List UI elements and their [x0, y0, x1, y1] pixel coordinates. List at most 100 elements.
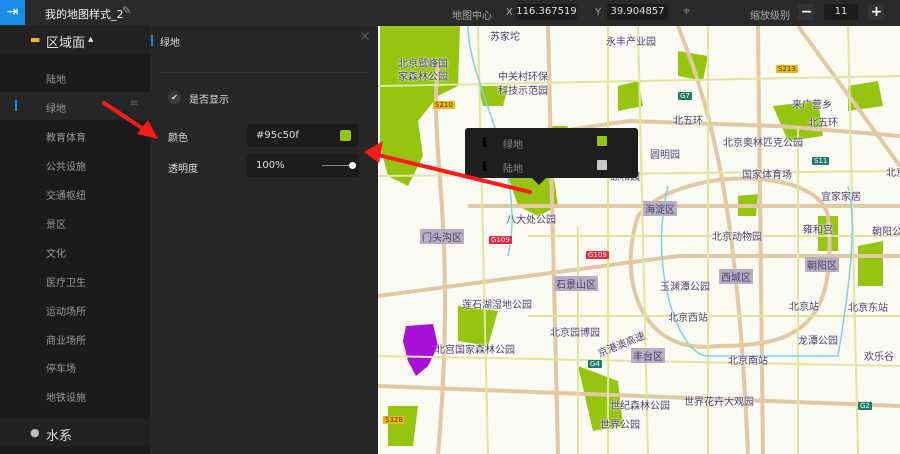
sidebar-item-medical[interactable]: 医疗卫生: [0, 266, 150, 294]
item-label: 交通枢纽: [46, 191, 86, 202]
top-bar: ⇥ 我的地图样式_2 ✎ 地图中心 X 116.367519 Y 39.9048…: [0, 0, 900, 26]
item-label: 停车场: [46, 364, 76, 375]
close-icon[interactable]: ✕: [359, 29, 371, 45]
exit-button[interactable]: ⇥: [0, 0, 25, 25]
tooltip-label: 绿地: [503, 140, 523, 151]
road-shield: S11: [812, 157, 830, 165]
color-input[interactable]: #95c50f: [247, 124, 359, 147]
map-label: 世界花卉大观园: [684, 397, 754, 408]
sidebar-item-transport[interactable]: 交通枢纽: [0, 179, 150, 207]
section-area[interactable]: ▬ 区域面 ▲: [0, 26, 150, 54]
pencil-icon[interactable]: ✎: [122, 4, 131, 17]
map-label: 北宫国家森林公园: [435, 345, 515, 356]
map-label: 北京动物园: [712, 232, 762, 243]
road-shield: G7: [678, 92, 692, 100]
road-shield: G4: [588, 360, 602, 368]
road-shield: S213: [776, 65, 798, 73]
district-label: 门头沟区: [420, 229, 464, 244]
map-label: 北京: [886, 168, 900, 179]
map-label: 世纪森林公园: [610, 401, 670, 412]
map-label: 科技示范园: [498, 86, 548, 97]
item-label: 地铁设施: [46, 393, 86, 404]
map-label: 永丰产业园: [606, 37, 656, 48]
map-label: 宜家家居: [821, 192, 861, 203]
item-label: 医疗卫生: [46, 278, 86, 289]
section-water[interactable]: ● 水系: [0, 419, 150, 447]
tooltip-item-land[interactable]: 陆地: [465, 154, 638, 178]
tooltip-item-green[interactable]: 绿地: [465, 130, 638, 154]
item-label: 商业场所: [46, 336, 86, 347]
item-label: 文化: [46, 249, 66, 260]
sidebar-item-sports[interactable]: 运动场所: [0, 295, 150, 323]
x-input[interactable]: 116.367519: [516, 4, 577, 20]
zoom-label: 缩放级别: [750, 11, 790, 22]
map-center-label: 地图中心: [452, 11, 492, 22]
sidebar-item-parking[interactable]: 停车场: [0, 352, 150, 380]
color-label: 颜色: [168, 133, 188, 144]
map-label: 国家体育场: [742, 170, 792, 181]
color-swatch[interactable]: [340, 130, 351, 141]
opacity-value: 100%: [256, 160, 285, 171]
map-label: 龙潭公园: [798, 336, 838, 347]
tooltip-marker: [483, 137, 486, 147]
exit-icon: ⇥: [6, 4, 19, 20]
sidebar-item-culture[interactable]: 文化: [0, 237, 150, 265]
map-label: 北京园博园: [550, 328, 600, 339]
opacity-field[interactable]: 100%: [247, 154, 359, 177]
sidebar-item-land[interactable]: 陆地: [0, 63, 150, 91]
sidebar-item-public[interactable]: 公共设施: [0, 150, 150, 178]
panel-title: 绿地: [151, 34, 180, 49]
water-drop-icon: ●: [30, 426, 40, 439]
map-label: 欢乐谷: [864, 352, 894, 363]
visible-checkbox[interactable]: ✔: [168, 91, 181, 104]
layer-sidebar: ▬ 区域面 ▲ 陆地 绿地 ≡ 教育体育 公共设施 交通枢纽 景区 文化 医疗卫生…: [0, 26, 150, 454]
map-label: 家森林公园: [398, 72, 448, 83]
y-input[interactable]: 39.904857: [607, 4, 668, 20]
map-label: 玉渊潭公园: [660, 282, 710, 293]
style-panel: 绿地 ✕ ✔ 是否显示 颜色 #95c50f 透明度 100%: [150, 26, 378, 454]
zoom-out-button[interactable]: −: [798, 4, 815, 20]
selected-indicator: [15, 100, 17, 111]
district-label: 朝阳区: [805, 257, 839, 272]
opacity-slider[interactable]: [322, 165, 352, 166]
map-label: 北京南站: [728, 356, 768, 367]
folder-icon: ▬: [30, 33, 41, 46]
road-shield: G109: [586, 251, 609, 259]
color-value: #95c50f: [256, 130, 299, 141]
map-label: 世界公园: [600, 420, 640, 431]
tooltip-marker: [483, 161, 486, 171]
locate-icon[interactable]: ⌖: [683, 4, 690, 19]
item-label: 绿地: [46, 104, 66, 115]
visible-label: 是否显示: [189, 95, 229, 106]
legend-tooltip: 绿地 陆地: [465, 128, 638, 185]
opacity-label: 透明度: [168, 164, 198, 175]
road-shield: S328: [383, 416, 405, 424]
x-label: X: [506, 7, 513, 18]
item-label: 运动场所: [46, 307, 86, 318]
sidebar-item-green[interactable]: 绿地 ≡: [0, 92, 150, 120]
purple-area: [403, 324, 438, 376]
opacity-slider-handle[interactable]: [349, 162, 356, 169]
map-canvas[interactable]: 苏家坨 永丰产业园 中关村环保 科技示范园 北京鹫峰国 家森林公园 来广营乡 北…: [378, 26, 900, 454]
item-label: 公共设施: [46, 162, 86, 173]
tooltip-swatch: [597, 136, 607, 146]
sidebar-item-education[interactable]: 教育体育: [0, 121, 150, 149]
drag-handle-icon[interactable]: ≡: [130, 98, 138, 109]
map-label: 北京西站: [668, 313, 708, 324]
zoom-in-button[interactable]: +: [868, 4, 885, 20]
divider: [160, 72, 370, 73]
item-label: 景区: [46, 220, 66, 231]
section-title: 水系: [46, 429, 73, 444]
y-label: Y: [595, 7, 602, 18]
zoom-input[interactable]: 11: [824, 4, 858, 20]
sidebar-item-commercial[interactable]: 商业场所: [0, 324, 150, 352]
style-title: 我的地图样式_2: [45, 8, 124, 21]
map-label: 来广营乡: [792, 100, 832, 111]
district-label: 丰台区: [631, 348, 665, 363]
district-label: 石景山区: [554, 276, 598, 291]
sidebar-item-scenic[interactable]: 景区: [0, 208, 150, 236]
tooltip-label: 陆地: [503, 164, 523, 175]
sidebar-item-subway[interactable]: 地铁设施: [0, 381, 150, 409]
caret-up-icon: ▲: [88, 35, 94, 43]
district-label: 西城区: [719, 269, 753, 284]
